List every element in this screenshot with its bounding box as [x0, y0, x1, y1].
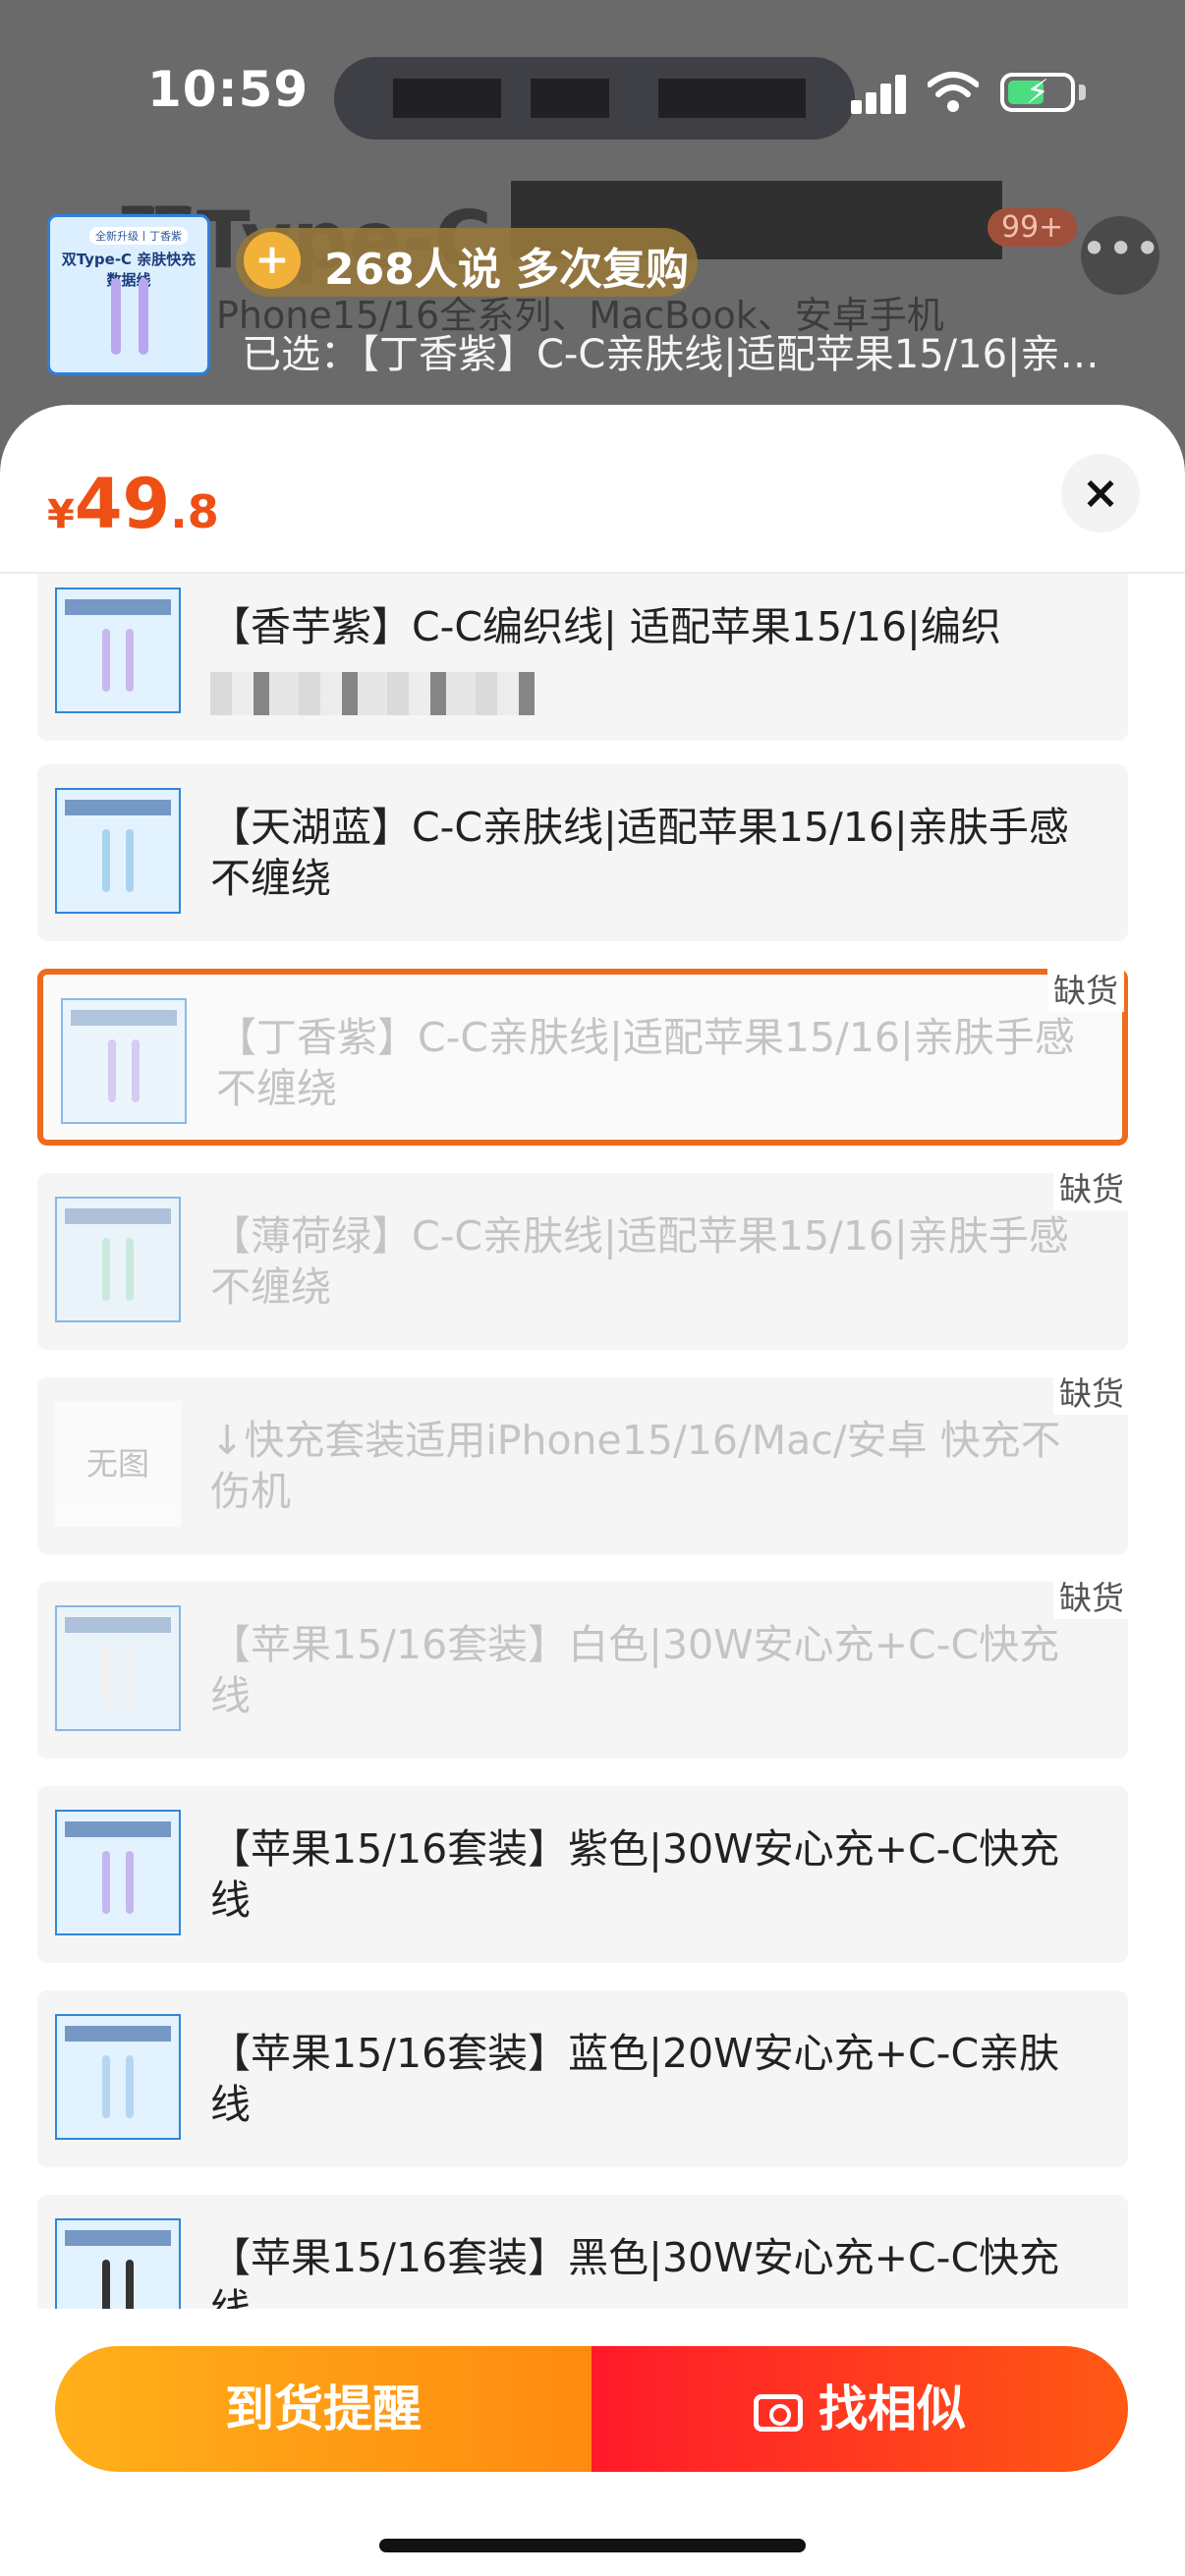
find-similar-label: 找相似 — [818, 2380, 966, 2437]
variant-label: 【香芋紫】C-C编织线| 适配苹果15/16|编织 — [210, 603, 1001, 650]
cart-badge: 99+ — [988, 208, 1078, 247]
redacted-block — [531, 79, 609, 118]
close-button[interactable]: × — [1061, 454, 1140, 532]
price-decimal: .8 — [170, 485, 219, 538]
price: ¥49.8 — [47, 464, 219, 544]
dynamic-island — [334, 57, 855, 140]
variant-option[interactable]: 【苹果15/16套装】白色|30W安心充+C-C快充线 缺货 — [37, 1572, 1130, 1759]
variant-option[interactable]: 【天湖蓝】C-C亲肤线|适配苹果15/16|亲肤手感不缠绕 — [37, 764, 1128, 941]
find-similar-button[interactable]: 找相似 — [592, 2346, 1128, 2472]
signal-icon — [851, 73, 906, 114]
variant-thumbnail — [55, 1605, 181, 1731]
variant-option[interactable]: 无图 ↓快充套装适用iPhone15/16/Mac/安卓 快充不伤机 缺货 — [37, 1368, 1130, 1554]
variant-thumbnail — [61, 998, 187, 1124]
selected-product-thumbnail: 全新升级丨丁香紫 双Type-C 亲肤快充数据线 — [47, 214, 210, 375]
home-indicator — [379, 2539, 806, 2552]
variant-label: ↓快充套装适用iPhone15/16/Mac/安卓 快充不伤机 — [210, 1417, 1061, 1515]
redacted-block — [210, 672, 535, 715]
variant-option[interactable]: 【香芋紫】C-C编织线| 适配苹果15/16|编织 — [37, 574, 1128, 741]
status-bar: 10:59 ⚡ — [0, 0, 1185, 187]
wifi-icon — [928, 72, 979, 112]
variant-thumbnail — [55, 2218, 181, 2309]
variant-list[interactable]: 【香芋紫】C-C编织线| 适配苹果15/16|编织【天湖蓝】C-C亲肤线|适配苹… — [0, 574, 1185, 2309]
no-image-placeholder: 无图 — [55, 1401, 181, 1527]
variant-thumbnail — [55, 588, 181, 713]
action-bar: 到货提醒 找相似 — [55, 2346, 1128, 2472]
out-of-stock-badge: 缺货 — [1053, 1368, 1130, 1415]
out-of-stock-badge: 缺货 — [1053, 1163, 1130, 1210]
variant-label: 【苹果15/16套装】蓝色|20W安心充+C-C亲肤线 — [210, 2030, 1060, 2128]
more-dots-icon[interactable]: ••• — [1081, 216, 1160, 295]
variant-option[interactable]: 【苹果15/16套装】黑色|30W安心充+C-C快充线 — [37, 2195, 1128, 2309]
thumb-title: 双Type-C 亲肤快充数据线 — [61, 251, 197, 289]
variant-label: 【薄荷绿】C-C亲肤线|适配苹果15/16|亲肤手感不缠绕 — [210, 1212, 1069, 1311]
variant-option[interactable]: 【薄荷绿】C-C亲肤线|适配苹果15/16|亲肤手感不缠绕 缺货 — [37, 1163, 1130, 1350]
variant-label: 【苹果15/16套装】紫色|30W安心充+C-C快充线 — [210, 1825, 1060, 1924]
out-of-stock-badge: 缺货 — [1047, 965, 1124, 1012]
variant-thumbnail — [55, 788, 181, 914]
variant-label: 【苹果15/16套装】白色|30W安心充+C-C快充线 — [210, 1621, 1060, 1719]
restock-notify-button[interactable]: 到货提醒 — [55, 2346, 592, 2472]
out-of-stock-badge: 缺货 — [1053, 1572, 1130, 1619]
variant-label: 【丁香紫】C-C亲肤线|适配苹果15/16|亲肤手感不缠绕 — [216, 1014, 1075, 1112]
variant-label: 【天湖蓝】C-C亲肤线|适配苹果15/16|亲肤手感不缠绕 — [210, 804, 1069, 902]
variant-option[interactable]: 【丁香紫】C-C亲肤线|适配苹果15/16|亲肤手感不缠绕 缺货 — [37, 965, 1128, 1146]
variant-option[interactable]: 【苹果15/16套装】蓝色|20W安心充+C-C亲肤线 — [37, 1990, 1128, 2167]
camera-icon — [754, 2394, 803, 2432]
battery-icon: ⚡ — [1000, 73, 1075, 112]
redacted-block — [658, 79, 806, 118]
variant-option[interactable]: 【苹果15/16套装】紫色|30W安心充+C-C快充线 — [37, 1786, 1128, 1963]
variant-thumbnail — [55, 1810, 181, 1935]
variant-thumbnail — [55, 1197, 181, 1322]
price-currency: ¥ — [47, 492, 75, 537]
variant-label: 【苹果15/16套装】黑色|30W安心充+C-C快充线 — [210, 2234, 1060, 2309]
selected-variant-text: 已选：【丁香紫】C-C亲肤线|适配苹果15/16|亲肤手感不缠绕 — [242, 332, 1126, 377]
redacted-block — [393, 79, 501, 118]
price-integer: 49 — [74, 464, 171, 544]
status-time: 10:59 — [147, 61, 310, 118]
variant-thumbnail — [55, 2014, 181, 2140]
thumb-tag: 全新升级丨丁香紫 — [89, 227, 188, 245]
shopping-bag-icon: + — [244, 232, 301, 289]
